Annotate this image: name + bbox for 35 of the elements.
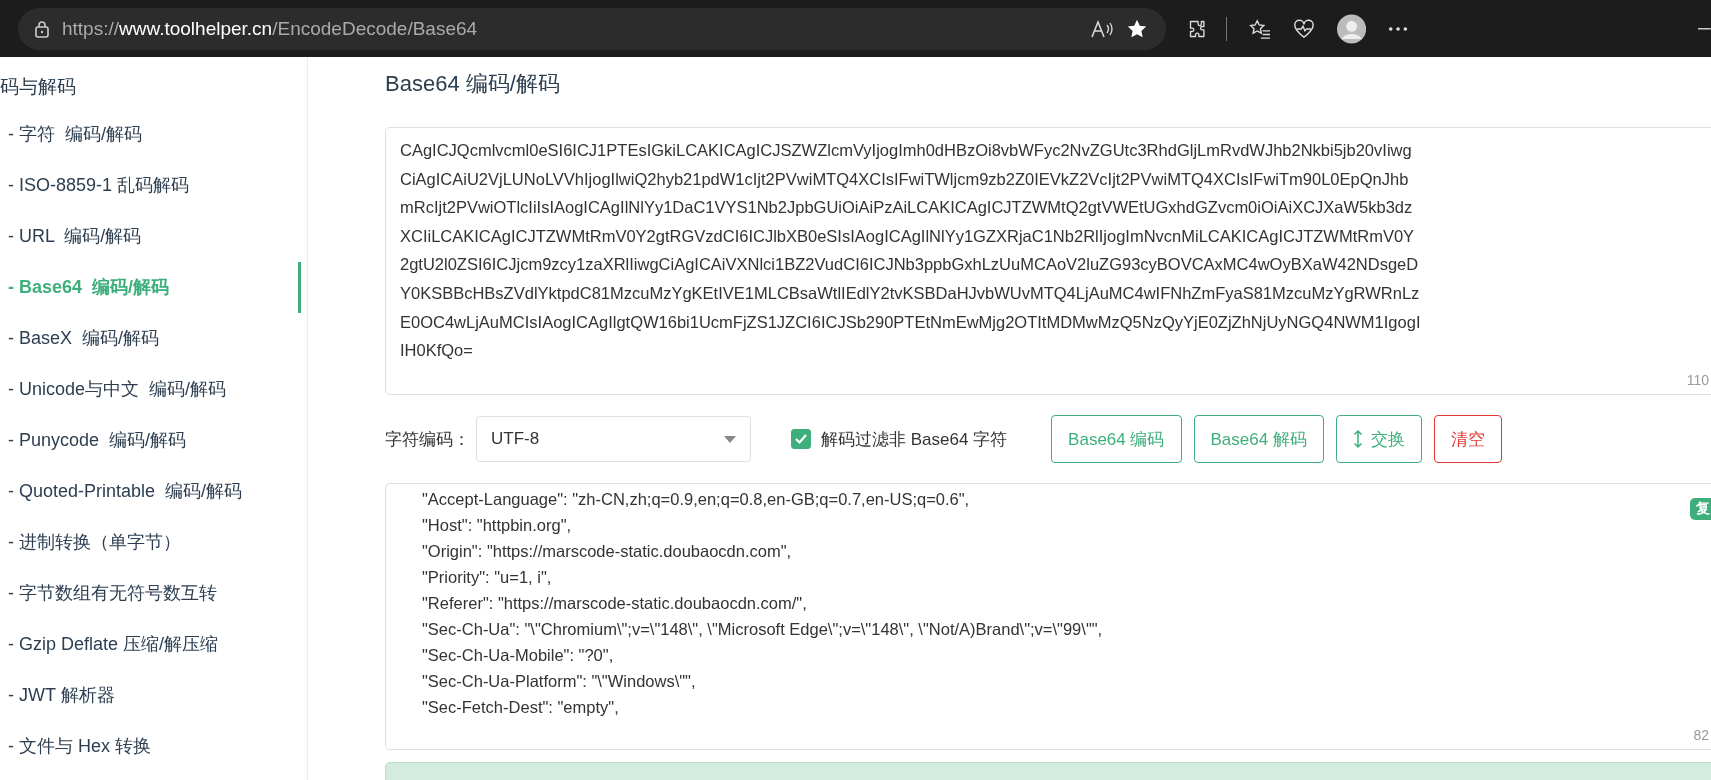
sidebar-item[interactable]: - 字符 编码/解码 (0, 109, 301, 160)
character-count: 110 (1686, 372, 1709, 388)
sidebar-item[interactable]: - JWT 解析器 (0, 670, 301, 721)
checkbox-label[interactable]: 解码过滤非 Base64 字符 (821, 427, 1008, 451)
avatar-icon[interactable] (1336, 12, 1367, 45)
swap-arrows-icon (1352, 429, 1363, 449)
input-text-area[interactable]: CAgICJQcmlvcml0eSI6ICJ1PTEsIGkiLCAKICAgICJSZWZlcmVyIjogImh0dHBzOi8vbWFyc2NvZGUtc3RhdGljLmRvdWJhb2Nkbi5jb20vIiwg CiAgICAiU2VjLUNoLVVhIjogIlwiQ2hyb21pdW1cIjt2PVwiMTQ4XCIsIFwiTWljcm9zb2Z0IEVkZ2VcIjt2PVwiMTQ4XCIsIFwiTm90L0EpQnJhb mRcIjt2PVwiOTlcIiIsIAogICAgIlNlYy1DaC1VYS1Nb2JpbGUiOiAiPzAiLCAKICAgICJTZWMtQ2gtVWEtUGxhdGZvcm0iOiAiXCJXaW5kb3dz XCIiLCAKICAgICJTZWMtRmV0Y2gtRGVzdCI6ICJlbXB0eSIsIAogICAgIlNlYy1GZXRjaC1Nb2RlIjogImNvcnMiLCAKICAgICJTZWMtRmV0Y 2gtU2l0ZSI6ICJjcm9zcy1zaXRlIiwgCiAgICAiVXNlci1BZ2VudCI6ICJNb3ppbGxhLzUuMCAoV2luZG93cyBOVCAxMC4wOyBXaW42NDsgeD Y0KSBBcHBsZVdlYktpdC81MzcuMzYgKEtIVE1MLCBsaWtlIEdlY2tvKSBDaHJvbWUvMTQ4LjAuMC4wIFNhZmFyaS81MzcuMzYgRWRnLz E0OC4wLjAuMCIsIAogICAgIlgtQW16bi1UcmFjZS1JZCI6ICJSb290PTEtNmEwMjg2OTItMDMwMzQ5NzQyYjE0ZjZhNjUyNGQ4NWM1IgogI IH0KfQo= 110 (385, 127, 1711, 395)
sidebar-heading[interactable]: 码与解码 (0, 65, 307, 109)
page-title: Base64 编码/解码 (385, 70, 561, 98)
sidebar-item[interactable]: - Unicode与中文 编码/解码 (0, 364, 301, 415)
sidebar-item[interactable]: - Gzip Deflate 压缩/解压缩 (0, 619, 301, 670)
encoding-select[interactable]: UTF-8 (476, 416, 751, 462)
caret-icon (724, 435, 736, 443)
check-icon (794, 433, 808, 445)
character-count: 82 (1693, 727, 1709, 743)
address-bar[interactable]: https://www.toolhelper.cn/EncodeDecode/Base64 (18, 7, 1167, 50)
favorites-icon[interactable] (1249, 17, 1272, 40)
url-text[interactable]: https://www.toolhelper.cn/EncodeDecode/Base64 (62, 17, 478, 40)
output-text-area[interactable]: "Accept-Language": "zh-CN,zh;q=0.9,en;q=0.8,en-GB;q=0.7,en-US;q=0.6", "Host": "httpbin.org", "Origin": "https://marscode-static.doubaocdn.com", "Priority": "u=1, i", "Referer": "https://marscode-static.doubaocdn.com/", "Sec-Ch-Ua": "\"Chromium\";v=\"148\", \"Microsoft Edge\";v=\"148\", \"Not/A)Brand\";v=\"99\"", "Sec-Ch-Ua-Mobile": "?0", "Sec-Ch-Ua-Platform": "\"Windows\"", "Sec-Fetch-Dest": "empty", 复 82 (385, 483, 1711, 750)
sidebar-item[interactable]: - URL 编码/解码 (0, 211, 301, 262)
more-icon[interactable] (1388, 25, 1409, 32)
sidebar-item[interactable]: - BaseX 编码/解码 (0, 313, 301, 364)
encoding-label: 字符编码： (385, 428, 470, 451)
action-button[interactable]: 清空 (1433, 415, 1502, 463)
minimize-icon[interactable] (1698, 27, 1711, 30)
checkbox[interactable] (791, 429, 811, 449)
sidebar-item[interactable]: - 字节数组有无符号数互转 (0, 568, 301, 619)
sidebar-item[interactable]: - 进制转换（单字节） (0, 517, 301, 568)
heartbeat-icon[interactable] (1293, 17, 1315, 40)
lock-icon (34, 19, 50, 38)
sidebar-item[interactable]: - Quoted-Printable 编码/解码 (0, 466, 301, 517)
sidebar-item[interactable]: - Punycode 编码/解码 (0, 415, 301, 466)
sidebar-item[interactable]: - 文件与 Hex 转换 (0, 721, 301, 772)
read-aloud-icon[interactable] (1090, 18, 1115, 39)
sidebar-item[interactable]: - ISO-8859-1 乱码解码 (0, 160, 301, 211)
